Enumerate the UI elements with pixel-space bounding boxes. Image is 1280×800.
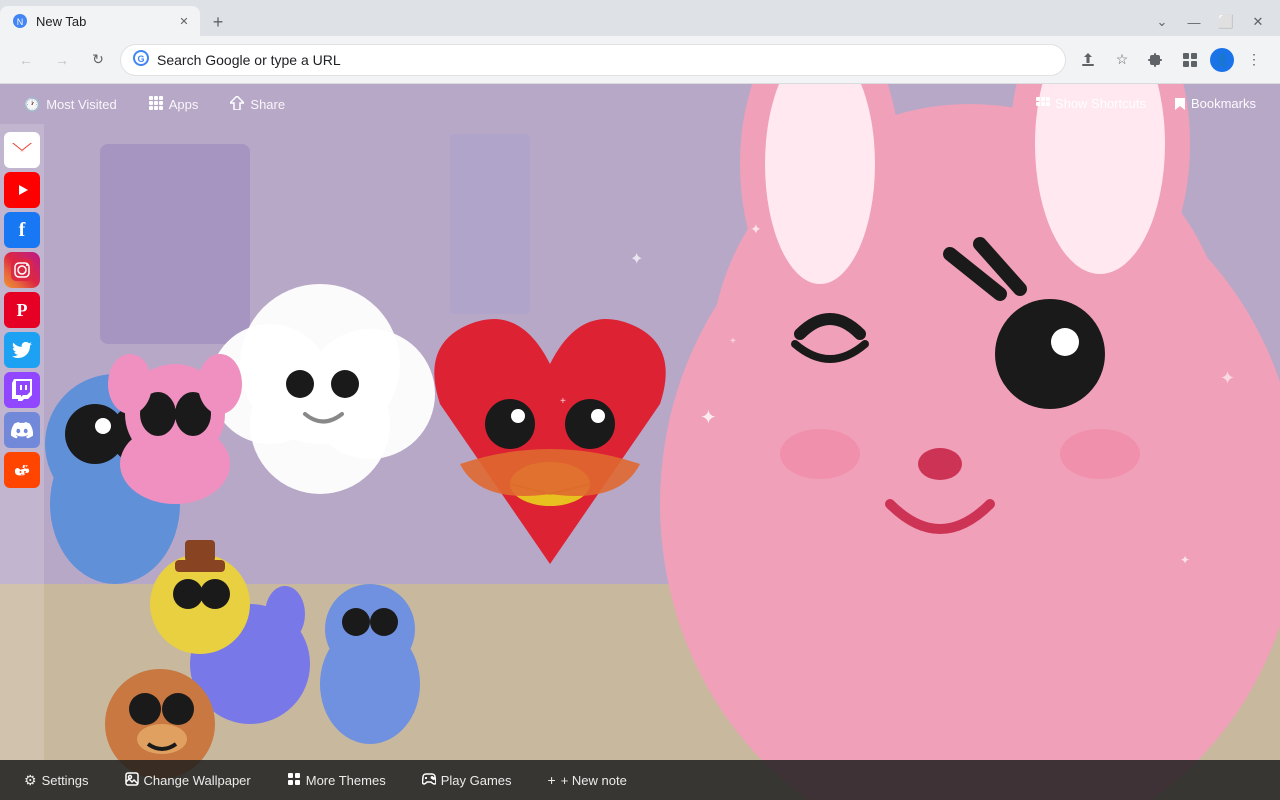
- svg-text:✦: ✦: [750, 221, 762, 237]
- bottom-bar: ⚙ Settings Change Wallpaper: [0, 760, 1280, 800]
- chrome-browser: N New Tab ✕ + ⌄ — ⬜ ✕ ← → ↻ G: [0, 0, 1280, 800]
- url-search-bar[interactable]: G Search Google or type a URL: [120, 44, 1066, 76]
- cartoon-scene: ✦ ✦ ✦ ✦ ✦ + +: [0, 84, 1280, 800]
- maximize-button[interactable]: ⬜: [1212, 8, 1240, 36]
- menu-icon[interactable]: ⋮: [1240, 46, 1268, 74]
- apps-label: Apps: [169, 97, 199, 112]
- most-visited-icon: 🕐: [24, 97, 40, 113]
- google-icon: G: [133, 50, 149, 69]
- note-icon: +: [548, 772, 556, 788]
- svg-text:+: +: [730, 336, 736, 347]
- tab-close-button[interactable]: ✕: [176, 13, 192, 29]
- sidebar-item-gmail[interactable]: [4, 132, 40, 168]
- settings-icon: ⚙: [24, 772, 37, 789]
- svg-text:N: N: [17, 17, 24, 27]
- sidebar-item-discord[interactable]: [4, 412, 40, 448]
- address-bar: ← → ↻ G Search Google or type a URL ☆: [0, 36, 1280, 84]
- tab-favicon: N: [12, 13, 28, 29]
- svg-text:+: +: [560, 396, 566, 407]
- tab-strip: N New Tab ✕ +: [0, 0, 1140, 36]
- toolbar-right: ☆ 👤 ⋮: [1074, 46, 1268, 74]
- svg-text:G: G: [137, 54, 144, 64]
- more-themes-label: More Themes: [306, 773, 386, 788]
- title-bar: N New Tab ✕ + ⌄ — ⬜ ✕: [0, 0, 1280, 36]
- share-icon: [230, 96, 244, 113]
- apps-shortcut[interactable]: Apps: [141, 92, 207, 117]
- svg-text:✦: ✦: [1180, 553, 1190, 567]
- sidebar-item-instagram[interactable]: [4, 252, 40, 288]
- new-tab-button[interactable]: +: [204, 8, 232, 36]
- minimize-button[interactable]: —: [1180, 8, 1208, 36]
- sidebar-item-twitch[interactable]: [4, 372, 40, 408]
- share-label: Share: [250, 97, 285, 112]
- most-visited-shortcut[interactable]: 🕐 Most Visited: [16, 93, 125, 117]
- profile-icon[interactable]: 👤: [1210, 48, 1234, 72]
- left-sidebar: f: [0, 124, 44, 760]
- share-shortcut[interactable]: Share: [222, 92, 293, 117]
- search-text: Search Google or type a URL: [157, 52, 1053, 68]
- tab-title: New Tab: [36, 14, 168, 29]
- sidebar-item-youtube[interactable]: [4, 172, 40, 208]
- forward-button[interactable]: →: [48, 46, 76, 74]
- change-wallpaper-button[interactable]: Change Wallpaper: [117, 768, 259, 793]
- close-button[interactable]: ✕: [1244, 8, 1272, 36]
- new-note-button[interactable]: + + New note: [540, 768, 635, 792]
- play-games-button[interactable]: Play Games: [414, 768, 520, 792]
- sidebar-item-twitter[interactable]: [4, 332, 40, 368]
- bookmark-icon[interactable]: ☆: [1108, 46, 1136, 74]
- tab-dropdown-button[interactable]: ⌄: [1148, 8, 1176, 36]
- sidebar-item-facebook[interactable]: f: [4, 212, 40, 248]
- refresh-button[interactable]: ↻: [84, 46, 112, 74]
- wallpaper-icon: [125, 772, 139, 789]
- wallpaper-background: ✦ ✦ ✦ ✦ ✦ + +: [0, 84, 1280, 800]
- svg-text:✦: ✦: [700, 407, 717, 429]
- apps-icon: [149, 96, 163, 113]
- active-tab[interactable]: N New Tab ✕: [0, 6, 200, 36]
- extension-icon[interactable]: [1142, 46, 1170, 74]
- most-visited-label: Most Visited: [46, 97, 117, 112]
- settings-button[interactable]: ⚙ Settings: [16, 768, 97, 793]
- svg-text:✦: ✦: [630, 251, 643, 268]
- main-content: ✦ ✦ ✦ ✦ ✦ + + 🕐 Most Visited: [0, 84, 1280, 800]
- svg-text:✦: ✦: [1220, 368, 1235, 388]
- themes-icon: [287, 772, 301, 789]
- layout-icon[interactable]: [1176, 46, 1204, 74]
- new-note-label: + New note: [561, 773, 627, 788]
- settings-label: Settings: [42, 773, 89, 788]
- back-button[interactable]: ←: [12, 46, 40, 74]
- share-icon[interactable]: [1074, 46, 1102, 74]
- games-icon: [422, 772, 436, 788]
- sidebar-item-reddit[interactable]: [4, 452, 40, 488]
- more-themes-button[interactable]: More Themes: [279, 768, 394, 793]
- play-games-label: Play Games: [441, 773, 512, 788]
- window-controls: ⌄ — ⬜ ✕: [1140, 8, 1280, 36]
- change-wallpaper-label: Change Wallpaper: [144, 773, 251, 788]
- shortcuts-bar: 🕐 Most Visited: [0, 84, 1280, 125]
- sidebar-item-pinterest[interactable]: P: [4, 292, 40, 328]
